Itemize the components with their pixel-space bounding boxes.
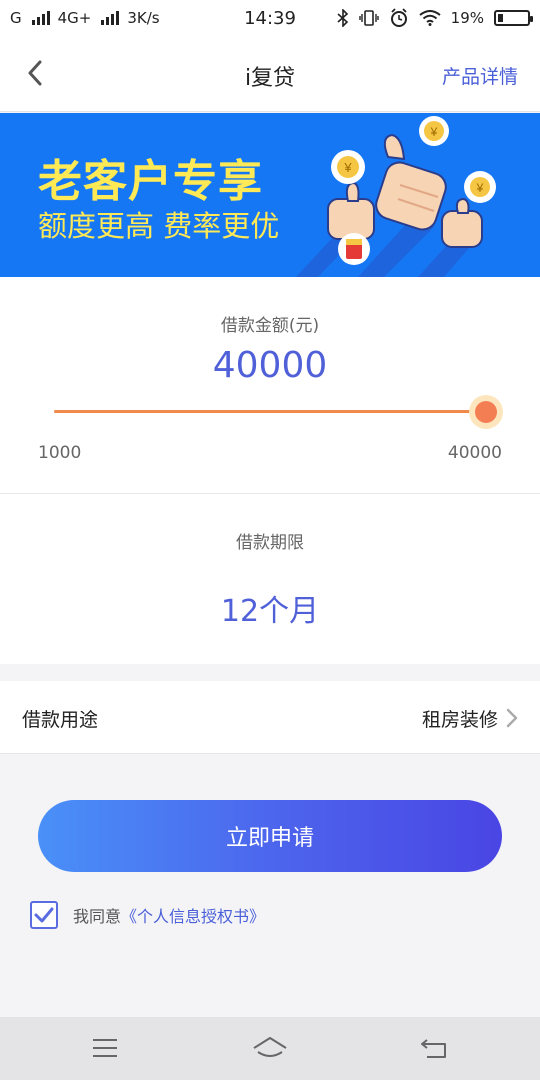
loan-term-label: 借款期限 (236, 533, 304, 553)
back-icon (421, 1039, 446, 1058)
loan-term-section[interactable]: 借款期限 12个月 (0, 494, 540, 664)
coin-icon: ¥ (419, 116, 449, 146)
agreement-row: 我同意 《个人信息授权书》 (30, 900, 265, 930)
network-speed: 3K/s (127, 9, 160, 27)
apply-now-button[interactable]: 立即申请 (38, 800, 502, 872)
hand-center-illustration (375, 133, 447, 231)
system-nav-bar (0, 1017, 540, 1080)
status-right: 19% (337, 8, 533, 28)
coin-icon: ¥ (464, 171, 496, 203)
bluetooth-icon (337, 9, 348, 27)
carrier-1: G (10, 9, 22, 27)
loan-amount-value: 40000 (212, 345, 328, 386)
loan-purpose-row[interactable]: 借款用途 租房装修 (0, 681, 540, 754)
battery-icon (494, 10, 533, 26)
loan-amount-label: 借款金额(元) (220, 316, 320, 336)
back-nav-button[interactable] (414, 1031, 454, 1065)
banner-headline: 老客户专享 (38, 156, 263, 207)
home-icon (253, 1037, 287, 1057)
coin-icon: ¥ (331, 150, 365, 184)
authorization-link[interactable]: 《个人信息授权书》 (121, 903, 265, 927)
status-bar: G 4G+ 3K/s 14:39 19% (0, 0, 540, 36)
checkmark-icon (34, 907, 54, 923)
svg-text:¥: ¥ (430, 125, 438, 139)
banner-subline: 额度更高 费率更优 (38, 209, 280, 243)
promo-banner[interactable]: 老客户专享 额度更高 费率更优 ¥ ¥ ¥ (0, 113, 540, 277)
nav-bar: i复贷 产品详情 (0, 36, 540, 112)
thumbs-up-illustration: ¥ ¥ ¥ (296, 116, 496, 277)
red-envelope-icon (338, 233, 370, 265)
status-left: G 4G+ 3K/s (10, 9, 160, 27)
amount-slider-track[interactable] (54, 410, 486, 413)
amount-min-label: 1000 (38, 443, 82, 463)
loan-amount-section: 借款金额(元) 40000 1000 40000 (0, 277, 540, 494)
battery-percent: 19% (450, 9, 484, 27)
signal-icon (31, 11, 50, 25)
svg-text:¥: ¥ (476, 181, 484, 195)
loan-term-value[interactable]: 12个月 (0, 586, 540, 630)
menu-button[interactable] (85, 1031, 125, 1065)
agreement-prefix: 我同意 (73, 907, 122, 926)
hand-left-illustration (327, 181, 375, 240)
alarm-icon (390, 8, 407, 27)
vibrate-icon (358, 10, 379, 26)
loan-purpose-label: 借款用途 (22, 709, 99, 731)
menu-icon (93, 1039, 117, 1057)
product-details-link[interactable]: 产品详情 (442, 62, 518, 89)
hand-right-illustration (441, 197, 483, 248)
signal-icon (101, 11, 120, 25)
svg-text:¥: ¥ (343, 160, 352, 175)
amount-slider-thumb[interactable] (469, 395, 503, 429)
amount-max-label: 40000 (447, 443, 502, 463)
home-button[interactable] (250, 1031, 290, 1065)
chevron-right-icon (506, 708, 518, 728)
wifi-icon (419, 10, 441, 26)
agreement-checkbox[interactable] (30, 901, 58, 929)
loan-purpose-value: 租房装修 (421, 709, 498, 731)
carrier-2: 4G+ (57, 9, 92, 27)
